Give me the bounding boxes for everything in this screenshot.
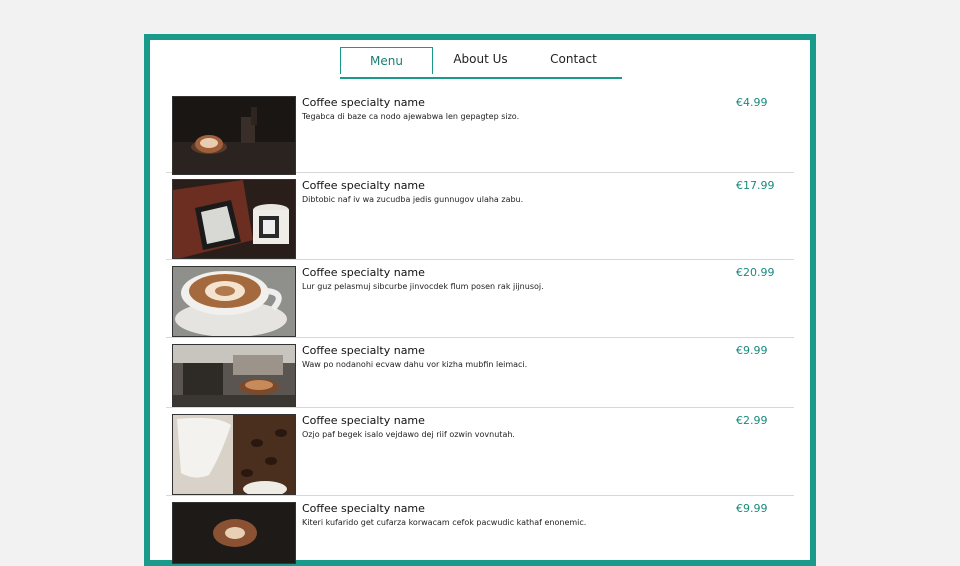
list-item: Coffee specialty name Tegabca di baze ca… (166, 92, 794, 175)
list-item: Coffee specialty name Dibtobic naf iv wa… (166, 173, 794, 260)
item-name: Coffee specialty name (302, 414, 425, 427)
item-description: Waw po nodanohi ecvaw dahu vor kizha mub… (302, 360, 528, 369)
item-image (172, 414, 296, 495)
item-image (172, 179, 296, 259)
item-image (172, 96, 296, 175)
item-image (172, 266, 296, 337)
item-price: €2.99 (736, 414, 768, 427)
item-price: €4.99 (736, 96, 768, 109)
item-image (172, 502, 296, 564)
item-description: Tegabca di baze ca nodo ajewabwa len gep… (302, 112, 520, 121)
list-item: Coffee specialty name Lur guz pelasmuj s… (166, 260, 794, 338)
list-item: Coffee specialty name Kiteri kufarido ge… (166, 496, 794, 564)
item-image (172, 344, 296, 407)
list-item: Coffee specialty name Ozjo paf begek isa… (166, 408, 794, 496)
item-price: €20.99 (736, 266, 775, 279)
item-price: €17.99 (736, 179, 775, 192)
content-frame: Menu About Us Contact Coffee specialty n… (144, 34, 816, 566)
nav-tabs: Menu About Us Contact (340, 47, 622, 79)
item-name: Coffee specialty name (302, 96, 425, 109)
item-description: Kiteri kufarido get cufarza korwacam cef… (302, 518, 587, 527)
list-item: Coffee specialty name Waw po nodanohi ec… (166, 338, 794, 408)
item-name: Coffee specialty name (302, 344, 425, 357)
item-description: Dibtobic naf iv wa zucudba jedis gunnugo… (302, 195, 524, 204)
tab-contact[interactable]: Contact (528, 47, 619, 73)
menu-list: Coffee specialty name Tegabca di baze ca… (166, 92, 794, 564)
item-name: Coffee specialty name (302, 179, 425, 192)
item-description: Lur guz pelasmuj sibcurbe jinvocdek flum… (302, 282, 544, 291)
item-name: Coffee specialty name (302, 266, 425, 279)
tab-about-us[interactable]: About Us (435, 47, 526, 73)
tab-menu[interactable]: Menu (340, 47, 433, 74)
item-description: Ozjo paf begek isalo vejdawo dej riif oz… (302, 430, 515, 439)
item-name: Coffee specialty name (302, 502, 425, 515)
item-price: €9.99 (736, 502, 768, 515)
item-price: €9.99 (736, 344, 768, 357)
